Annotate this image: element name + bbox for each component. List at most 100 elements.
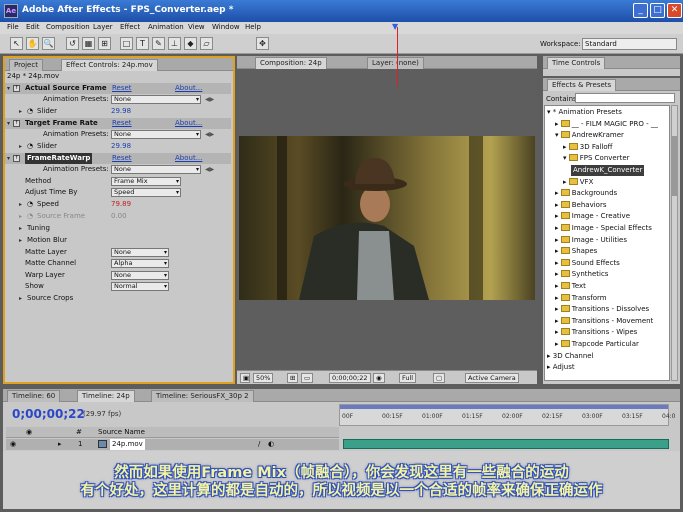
- effects-tree-item[interactable]: ▸ Behaviors: [555, 200, 606, 211]
- menu-help[interactable]: Help: [245, 23, 261, 31]
- contains-search-input[interactable]: [575, 93, 675, 103]
- tab-layer[interactable]: Layer: (none): [367, 57, 424, 69]
- expand-triangle-icon[interactable]: ▸: [19, 223, 22, 234]
- animation-presets-select[interactable]: None: [111, 95, 201, 104]
- brush-tool-icon[interactable]: ✎: [152, 37, 165, 50]
- selection-tool-icon[interactable]: ↖: [10, 37, 23, 50]
- tab-timeline-24p[interactable]: Timeline: 24p: [77, 390, 135, 402]
- rotation-tool-icon[interactable]: ↺: [66, 37, 79, 50]
- effects-tree-item[interactable]: ▸ Adjust: [547, 362, 575, 373]
- stopwatch-icon[interactable]: ◔: [27, 199, 33, 210]
- slider-value[interactable]: 29.98: [111, 106, 131, 117]
- expand-triangle-icon[interactable]: ▾: [7, 118, 10, 129]
- menu-composition[interactable]: Composition: [46, 23, 90, 31]
- preset-nav-arrows-icon[interactable]: ◀▶: [205, 129, 214, 140]
- effects-tree-item[interactable]: ▸ Transitions - Wipes: [555, 327, 637, 338]
- effect-target-frame-rate[interactable]: ▾ f Target Frame Rate Reset About...: [5, 118, 231, 129]
- effects-tree-item[interactable]: ▸ 3D Channel: [547, 351, 594, 362]
- text-tool-icon[interactable]: T: [136, 37, 149, 50]
- effects-tree-item[interactable]: ▸ Backgrounds: [555, 188, 617, 199]
- about-link[interactable]: About...: [175, 153, 202, 164]
- effects-tree-item[interactable]: ▸ 3D Falloff: [563, 142, 613, 153]
- expand-triangle-icon[interactable]: ▸: [58, 439, 62, 450]
- current-time-indicator-head-icon[interactable]: ▼: [392, 22, 398, 31]
- motion-blur-switch-icon[interactable]: ◐: [268, 439, 274, 450]
- matte-layer-select[interactable]: None: [111, 248, 169, 257]
- menu-layer[interactable]: Layer: [93, 23, 113, 31]
- orbit-camera-tool-icon[interactable]: ▦: [82, 37, 95, 50]
- preset-nav-arrows-icon[interactable]: ◀▶: [205, 94, 214, 105]
- always-preview-icon[interactable]: ▣: [240, 373, 250, 383]
- region-of-interest-icon[interactable]: ▢: [433, 373, 446, 383]
- effects-tree-item[interactable]: AndrewK_Converter: [571, 165, 645, 176]
- pan-behind-tool-icon[interactable]: ⊞: [98, 37, 111, 50]
- effects-tree-item[interactable]: ▸ Shapes: [555, 246, 597, 257]
- tab-effect-controls[interactable]: Effect Controls: 24p.mov: [61, 59, 158, 71]
- source-crops-row[interactable]: ▸ Source Crops: [5, 293, 231, 304]
- menu-file[interactable]: File: [7, 23, 19, 31]
- effects-tree-item[interactable]: ▸ Transform: [555, 293, 607, 304]
- effects-tree-item[interactable]: ▸ VFX: [563, 177, 593, 188]
- safe-margins-icon[interactable]: ⊞: [287, 373, 299, 383]
- animation-presets-select[interactable]: None: [111, 165, 201, 174]
- layer-row[interactable]: ◉ ▸ 1 24p.mov / ◐: [6, 439, 339, 450]
- snapshot-icon[interactable]: ◉: [373, 373, 385, 383]
- reset-link[interactable]: Reset: [112, 153, 132, 164]
- expand-triangle-icon[interactable]: ▾: [7, 83, 10, 94]
- stopwatch-icon[interactable]: ◔: [27, 141, 33, 152]
- about-link[interactable]: About...: [175, 118, 202, 129]
- camera-view-select[interactable]: Active Camera: [465, 373, 519, 383]
- about-link[interactable]: About...: [175, 83, 202, 94]
- scrollbar-thumb[interactable]: [672, 136, 677, 196]
- warp-layer-select[interactable]: None: [111, 271, 169, 280]
- expand-triangle-icon[interactable]: ▸: [19, 141, 22, 152]
- motion-blur-row[interactable]: ▸ Motion Blur: [5, 235, 231, 246]
- timeline-timecode[interactable]: 0;00;00;22: [12, 407, 85, 421]
- effects-tree-item[interactable]: ▸ Image - Creative: [555, 211, 630, 222]
- adjust-time-select[interactable]: Speed: [111, 188, 181, 197]
- fx-toggle-icon[interactable]: f: [13, 155, 20, 162]
- menu-view[interactable]: View: [188, 23, 205, 31]
- menu-edit[interactable]: Edit: [26, 23, 40, 31]
- composition-viewer[interactable]: [239, 136, 535, 300]
- fx-toggle-icon[interactable]: f: [13, 85, 20, 92]
- clone-stamp-tool-icon[interactable]: ⊥: [168, 37, 181, 50]
- visibility-eye-icon[interactable]: ◉: [10, 439, 16, 450]
- maximize-button[interactable]: □: [650, 3, 665, 18]
- effects-tree-item[interactable]: ▸ Transitions - Dissolves: [555, 304, 649, 315]
- rectangle-mask-tool-icon[interactable]: □: [120, 37, 133, 50]
- current-time-display[interactable]: 0;00;00;22: [329, 373, 371, 383]
- layer-duration-bar[interactable]: [343, 439, 669, 449]
- hand-tool-icon[interactable]: ✋: [26, 37, 39, 50]
- tab-effects-presets[interactable]: Effects & Presets: [547, 79, 617, 91]
- tab-timeline-seriousfx[interactable]: Timeline: SeriousFX_30p 2: [151, 390, 254, 402]
- effects-tree-item[interactable]: ▸ Image - Special Effects: [555, 223, 652, 234]
- effects-tree-item[interactable]: ▸ __ - FILM MAGIC PRO - __: [555, 119, 658, 130]
- effect-actual-source-frame[interactable]: ▾ f Actual Source Frame Reset About...: [5, 83, 231, 94]
- effects-tree-item[interactable]: ▸ Text: [555, 281, 586, 292]
- expand-triangle-icon[interactable]: ▾: [7, 153, 10, 164]
- workspace-select[interactable]: Standard: [582, 38, 677, 50]
- effects-tree-item[interactable]: ▸ Image - Utilities: [555, 235, 627, 246]
- expand-triangle-icon[interactable]: ▸: [19, 293, 22, 304]
- close-button[interactable]: ✕: [667, 3, 682, 18]
- minimize-button[interactable]: _: [633, 3, 648, 18]
- tab-time-controls[interactable]: Time Controls: [547, 57, 606, 69]
- zoom-select[interactable]: 50%: [253, 373, 274, 383]
- eraser-tool-icon[interactable]: ▱: [200, 37, 213, 50]
- layer-switch-icon[interactable]: /: [258, 439, 260, 450]
- expand-triangle-icon[interactable]: ▸: [19, 235, 22, 246]
- time-ruler[interactable]: 00F 00:15F 01:00F 01:15F 02:00F 02:15F 03:00F 0…: [339, 404, 675, 426]
- menu-animation[interactable]: Animation: [148, 23, 184, 31]
- preset-nav-arrows-icon[interactable]: ◀▶: [205, 164, 214, 175]
- speed-value[interactable]: 79.89: [111, 199, 131, 210]
- mask-view-icon[interactable]: ▭: [301, 373, 314, 383]
- tab-project[interactable]: Project: [9, 59, 43, 71]
- effects-tree-item[interactable]: ▸ Trapcode Particular: [555, 339, 639, 350]
- effects-tree-item[interactable]: ▾ * Animation Presets: [547, 107, 622, 118]
- current-time-indicator[interactable]: [397, 27, 398, 87]
- axis-mode-icon[interactable]: ✥: [256, 37, 269, 50]
- matte-channel-select[interactable]: Alpha: [111, 259, 169, 268]
- tuning-row[interactable]: ▸ Tuning: [5, 223, 231, 234]
- layer-name[interactable]: 24p.mov: [110, 439, 145, 450]
